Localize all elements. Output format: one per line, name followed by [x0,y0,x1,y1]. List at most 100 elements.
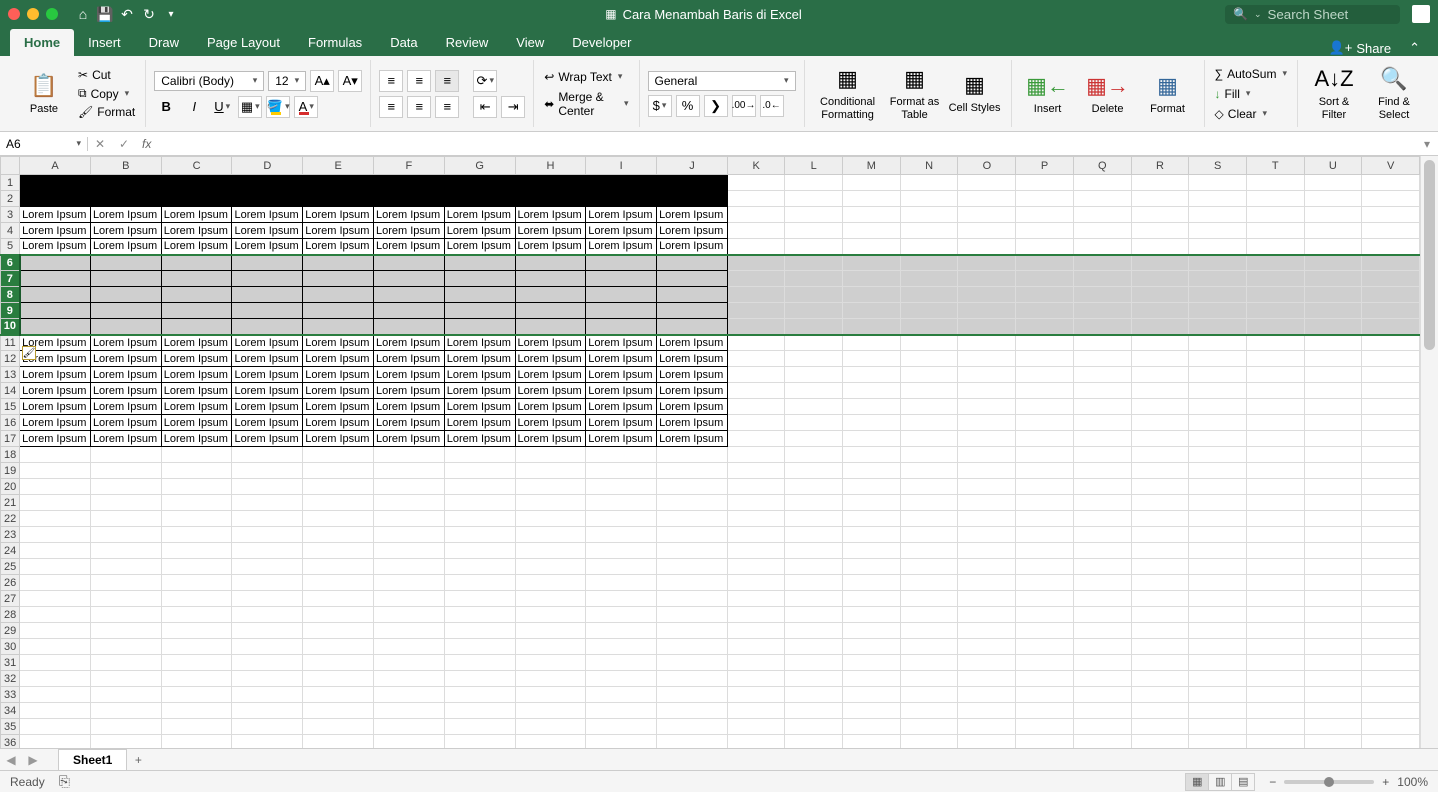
cell[interactable]: Lorem Ipsum [232,335,303,351]
cell[interactable] [727,431,785,447]
column-header[interactable]: V [1362,157,1420,175]
cell[interactable] [1131,655,1189,671]
cell[interactable] [161,639,232,655]
column-header[interactable]: E [303,157,374,175]
cell[interactable]: Lorem Ipsum [374,383,445,399]
cell[interactable] [1247,607,1305,623]
qat-dropdown-icon[interactable]: ▾ [160,9,182,20]
avatar[interactable] [1412,5,1430,23]
cell[interactable] [900,479,958,495]
cell[interactable] [1362,399,1420,415]
cell[interactable] [161,543,232,559]
cell[interactable] [1247,319,1305,335]
cell[interactable] [515,287,586,303]
cell[interactable] [657,287,728,303]
cell[interactable]: Lorem Ipsum [586,207,657,223]
cell[interactable] [515,447,586,463]
cell[interactable] [1304,223,1362,239]
cell[interactable] [1131,303,1189,319]
cell[interactable] [842,207,900,223]
cell[interactable] [161,319,232,335]
column-header[interactable]: O [958,157,1016,175]
cell[interactable] [303,559,374,575]
cell[interactable] [958,287,1016,303]
cell[interactable] [515,479,586,495]
conditional-formatting-button[interactable]: ▦Conditional Formatting [813,66,883,120]
row-header[interactable]: 35 [1,719,20,735]
cell[interactable] [900,271,958,287]
zoom-percent[interactable]: 100% [1397,775,1428,789]
cell[interactable] [232,543,303,559]
cell[interactable]: Lorem Ipsum [374,399,445,415]
cell[interactable] [958,383,1016,399]
cell[interactable] [1304,383,1362,399]
column-header[interactable]: A [20,157,91,175]
cell[interactable]: Lorem Ipsum [161,399,232,415]
cell[interactable] [1304,255,1362,271]
cell[interactable] [785,575,842,591]
cell[interactable] [444,719,515,735]
cell[interactable] [842,239,900,255]
format-cells-button[interactable]: ▦Format [1140,73,1196,115]
cell[interactable] [1131,543,1189,559]
cell[interactable] [1016,575,1074,591]
cell[interactable] [1362,287,1420,303]
row-header[interactable]: 31 [1,655,20,671]
cell[interactable] [1362,175,1420,191]
cell[interactable]: Lorem Ipsum [444,383,515,399]
cell[interactable] [785,303,842,319]
cell[interactable]: Lorem Ipsum [20,207,91,223]
cell[interactable] [1131,239,1189,255]
column-header[interactable]: G [444,157,515,175]
cell[interactable] [727,335,785,351]
cell[interactable] [303,255,374,271]
cell[interactable] [20,271,91,287]
zoom-slider[interactable] [1284,780,1374,784]
cell[interactable]: Lorem Ipsum [515,335,586,351]
cell[interactable] [1304,239,1362,255]
cell[interactable] [161,511,232,527]
cell[interactable] [785,223,842,239]
cell[interactable] [727,623,785,639]
align-bottom-icon[interactable]: ≡ [435,70,459,92]
decrease-font-icon[interactable]: A▾ [338,70,362,92]
cell[interactable] [1247,351,1305,367]
next-sheet-icon[interactable]: ▶ [22,753,44,767]
cell[interactable] [90,623,161,639]
tab-draw[interactable]: Draw [135,29,193,56]
cell[interactable] [1131,191,1189,207]
column-header[interactable]: I [586,157,657,175]
cell[interactable] [515,463,586,479]
cell[interactable] [586,719,657,735]
cell[interactable] [1131,735,1189,749]
cell[interactable] [1189,431,1247,447]
format-as-table-button[interactable]: ▦Format as Table [887,66,943,120]
cell[interactable] [1016,543,1074,559]
cell[interactable] [161,591,232,607]
cell[interactable]: Lorem Ipsum [232,383,303,399]
cell[interactable]: Lorem Ipsum [444,351,515,367]
cell[interactable]: Lorem Ipsum [444,399,515,415]
cell[interactable] [842,607,900,623]
row-header[interactable]: 26 [1,575,20,591]
cell[interactable] [1016,207,1074,223]
cell[interactable] [374,175,445,191]
cell[interactable] [444,287,515,303]
cell[interactable]: Lorem Ipsum [657,383,728,399]
cell[interactable] [842,415,900,431]
fx-label[interactable]: fx [136,137,157,151]
cell[interactable] [20,175,91,191]
cell[interactable]: Lorem Ipsum [586,367,657,383]
cell[interactable] [20,703,91,719]
cell[interactable] [1189,383,1247,399]
cell[interactable] [1189,271,1247,287]
cell[interactable] [900,527,958,543]
cell[interactable] [444,527,515,543]
row-header[interactable]: 1 [1,175,20,191]
cell[interactable] [374,191,445,207]
cell[interactable] [1016,383,1074,399]
cell[interactable] [958,479,1016,495]
cell[interactable]: Lorem Ipsum [657,207,728,223]
cell[interactable] [727,367,785,383]
cell[interactable] [1131,207,1189,223]
